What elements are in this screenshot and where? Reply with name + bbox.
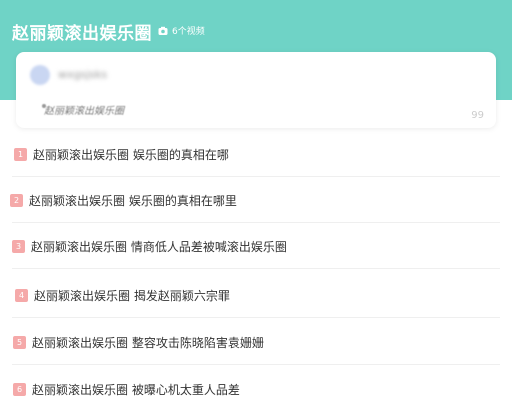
list-item-text: 赵丽颖滚出娱乐圈 整容攻击陈晓陷害袁姗姗 — [32, 335, 264, 350]
card-subtitle: 赵丽颖滚出娱乐圈 — [44, 106, 124, 117]
list-item[interactable]: 3 赵丽颖滚出娱乐圈 情商低人品差被喊滚出娱乐圈 — [0, 223, 512, 269]
list-item-text: 赵丽颖滚出娱乐圈 情商低人品差被喊滚出娱乐圈 — [31, 239, 287, 254]
username[interactable]: wxgsjsks — [58, 68, 107, 81]
list-item[interactable]: 1 赵丽颖滚出娱乐圈 娱乐圈的真相在哪 — [0, 131, 512, 177]
list-item-text: 赵丽颖滚出娱乐圈 被曝心机太重人品差 — [32, 382, 240, 397]
avatar[interactable] — [30, 65, 50, 85]
quote-icon: 99 — [471, 110, 484, 121]
rank-badge: 5 — [13, 335, 26, 349]
rank-badge: 4 — [15, 288, 28, 302]
list-item[interactable]: 4 赵丽颖滚出娱乐圈 揭发赵丽颖六宗罪 — [0, 272, 512, 318]
author-card[interactable]: wxgsjsks 赵丽颖滚出娱乐圈 99 — [16, 52, 496, 128]
rank-badge: 6 — [13, 382, 26, 396]
list-item[interactable]: 6 赵丽颖滚出娱乐圈 被曝心机太重人品差 — [0, 366, 512, 412]
video-count-label: 6个视频 — [172, 27, 205, 37]
divider — [12, 317, 500, 318]
list-item[interactable]: 5 赵丽颖滚出娱乐圈 整容攻击陈晓陷害袁姗姗 — [0, 319, 512, 365]
list-item-text: 赵丽颖滚出娱乐圈 娱乐圈的真相在哪里 — [29, 193, 237, 208]
divider — [12, 364, 500, 365]
video-count[interactable]: 6个视频 — [158, 24, 205, 37]
list-item-text: 赵丽颖滚出娱乐圈 娱乐圈的真相在哪 — [33, 147, 229, 162]
rank-badge: 3 — [12, 239, 25, 253]
rank-badge: 2 — [10, 193, 23, 207]
video-icon — [158, 26, 168, 36]
page-title: 赵丽颖滚出娱乐圈 — [12, 24, 152, 44]
list-item-text: 赵丽颖滚出娱乐圈 揭发赵丽颖六宗罪 — [34, 288, 230, 303]
list-item[interactable]: 2 赵丽颖滚出娱乐圈 娱乐圈的真相在哪里 — [0, 177, 512, 223]
divider — [12, 268, 500, 269]
rank-badge: 1 — [14, 147, 27, 161]
